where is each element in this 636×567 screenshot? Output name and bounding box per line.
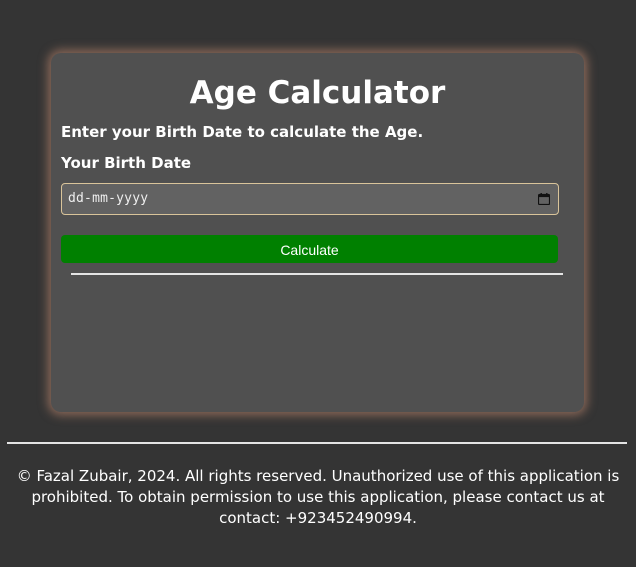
age-calculator-card: Age Calculator Enter your Birth Date to …	[51, 53, 584, 412]
footer-divider	[7, 442, 627, 444]
calendar-icon[interactable]	[538, 193, 550, 205]
instruction-text: Enter your Birth Date to calculate the A…	[61, 123, 424, 141]
page-title: Age Calculator	[189, 75, 446, 111]
calculate-button[interactable]: Calculate	[61, 235, 558, 263]
birth-date-placeholder: dd-mm-yyyy	[68, 191, 149, 206]
footer-copyright: © Fazal Zubair, 2024. All rights reserve…	[16, 467, 620, 527]
birth-date-label: Your Birth Date	[61, 154, 192, 172]
card-divider	[71, 273, 563, 275]
result-output	[61, 283, 558, 393]
birth-date-input[interactable]: dd-mm-yyyy	[61, 183, 559, 215]
